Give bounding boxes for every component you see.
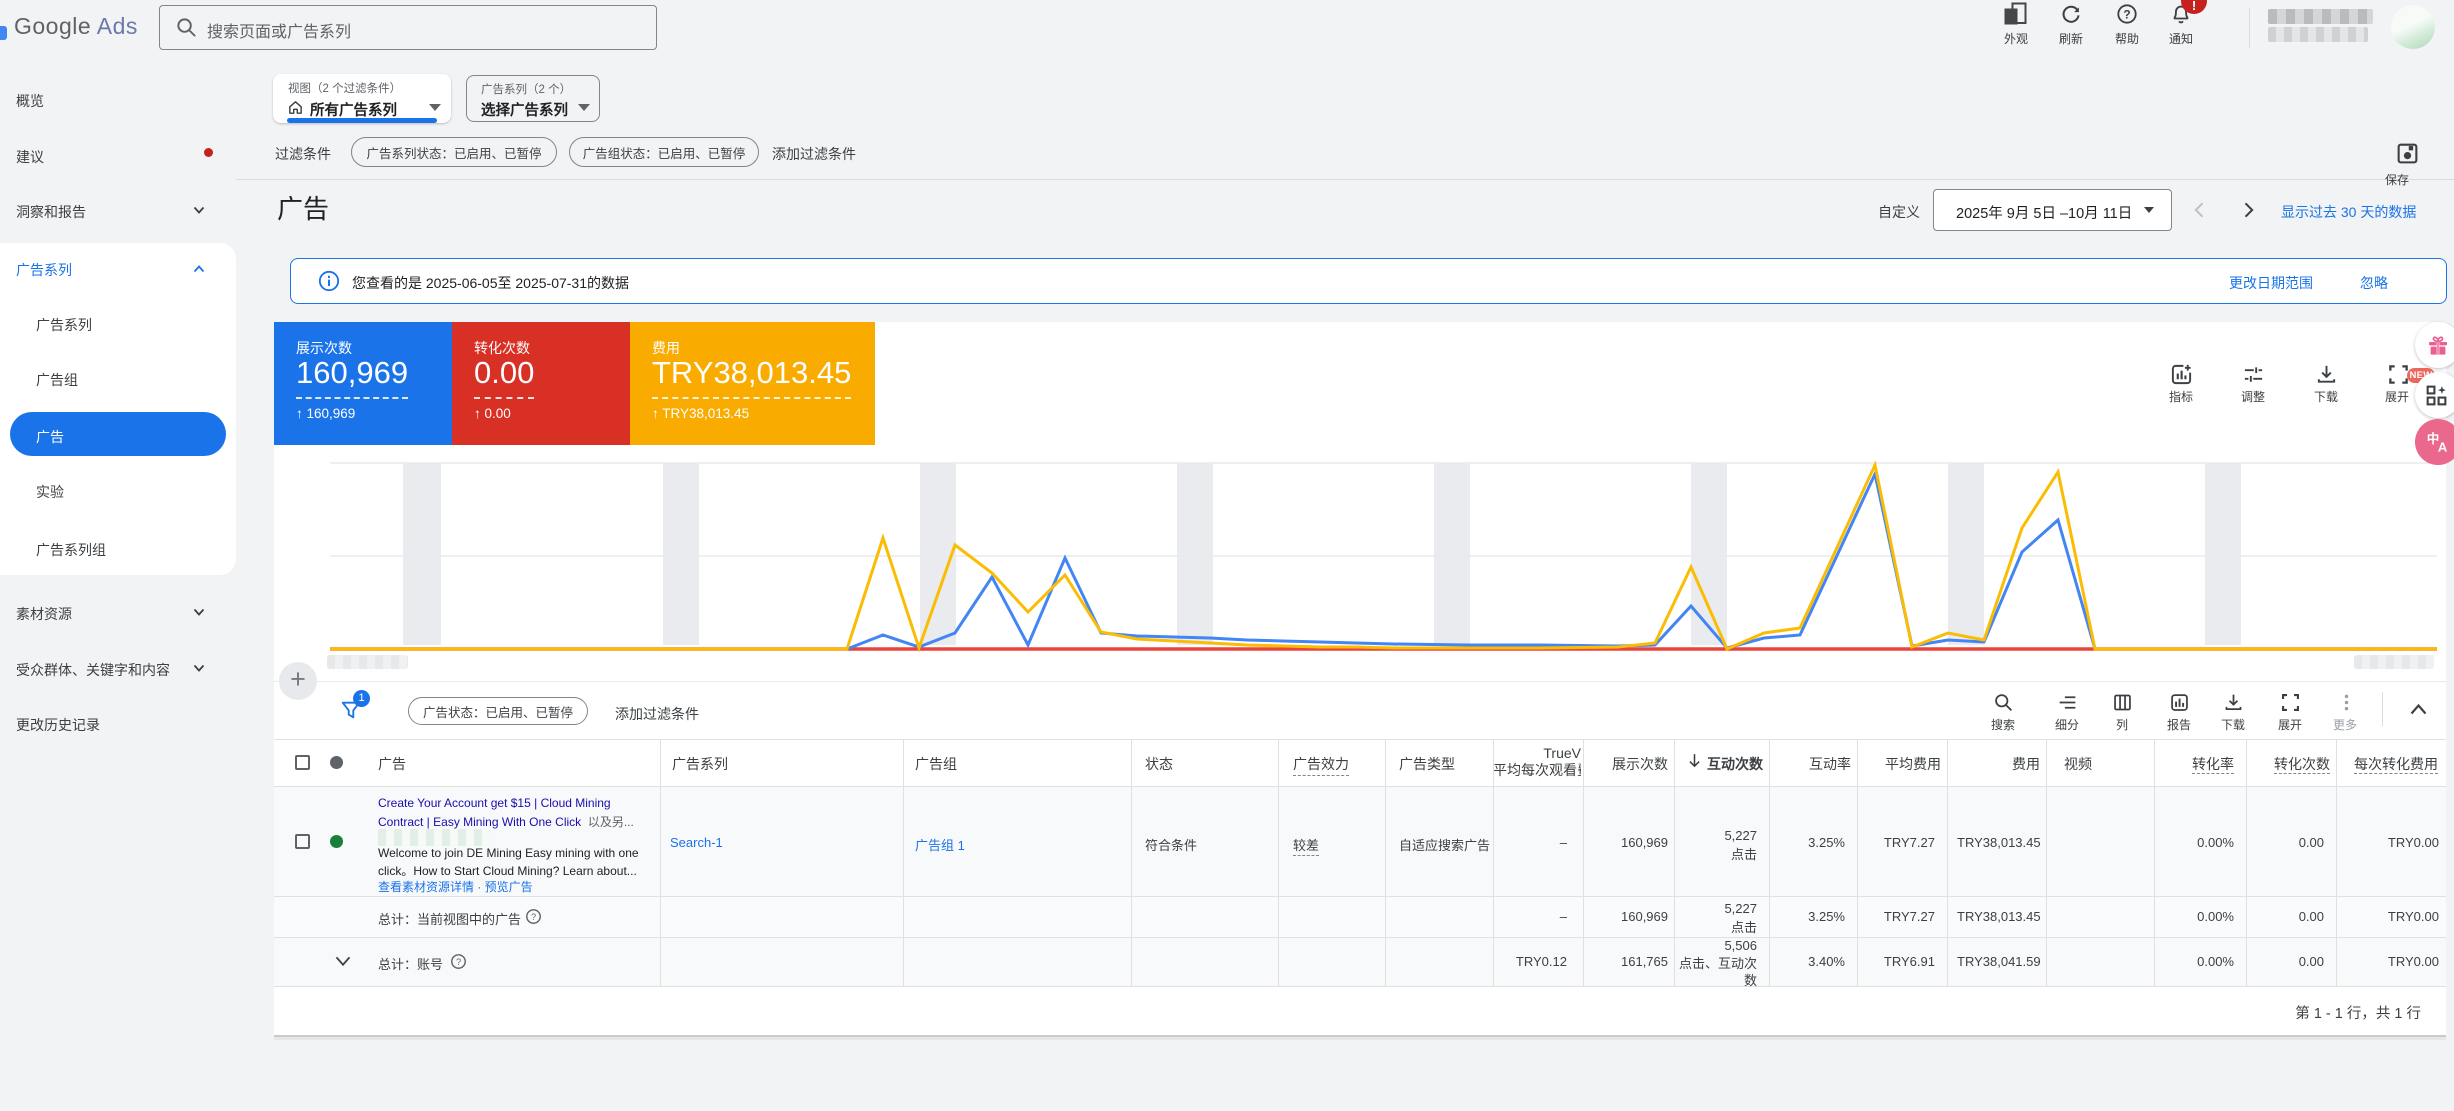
svg-text:A: A	[2438, 440, 2447, 455]
